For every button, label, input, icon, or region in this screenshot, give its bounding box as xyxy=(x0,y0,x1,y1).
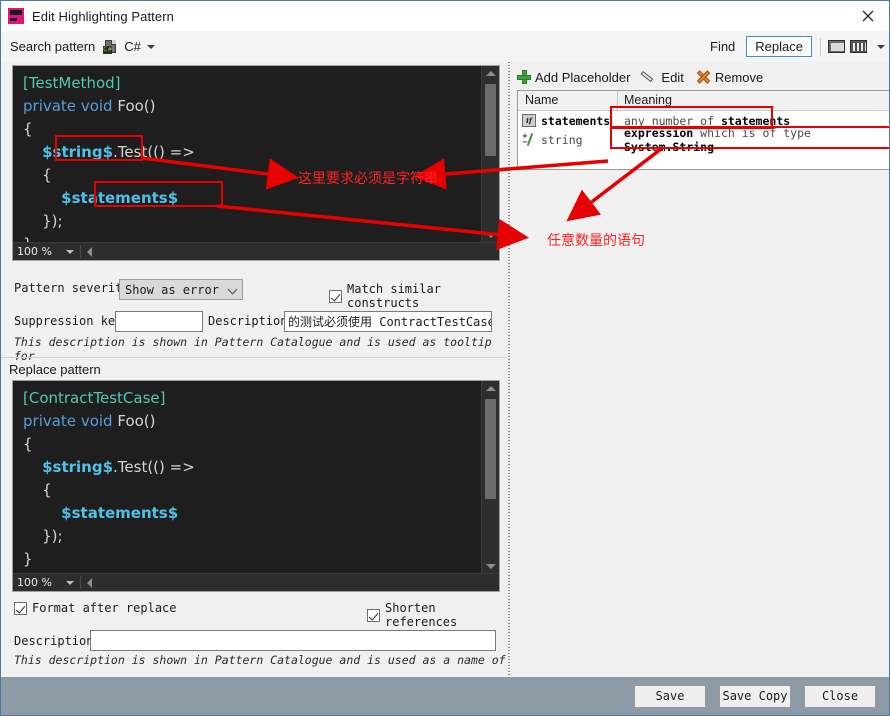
chevron-down-icon-toolbar[interactable] xyxy=(877,44,885,49)
screenshot-icon[interactable] xyxy=(827,38,847,56)
add-placeholder-button[interactable]: Add Placeholder xyxy=(517,70,630,85)
edit-highlighting-pattern-dialog: Edit Highlighting Pattern Search pattern… xyxy=(0,0,890,716)
chevron-down-icon[interactable] xyxy=(146,44,155,49)
section-divider xyxy=(1,357,506,358)
search-pattern-editor[interactable]: [TestMethod] private void Foo() { $strin… xyxy=(12,65,500,261)
replace-editor-vscrollbar[interactable] xyxy=(481,381,499,574)
save-button[interactable]: Save xyxy=(634,684,706,708)
format-after-replace-label: Format after replace xyxy=(32,601,177,615)
search-pattern-code[interactable]: [TestMethod] private void Foo() { $strin… xyxy=(13,66,195,256)
window-title: Edit Highlighting Pattern xyxy=(32,8,174,24)
pattern-severity-row: Pattern severity xyxy=(14,281,130,295)
chevron-down-icon-severity xyxy=(229,285,238,294)
triangle-up-icon[interactable] xyxy=(482,381,499,396)
plus-icon xyxy=(517,70,531,84)
placeholder-meaning: expression which is of type System.Strin… xyxy=(618,125,889,154)
csharp-file-icon: C# xyxy=(103,39,119,55)
replace-editor-zoom-value[interactable]: 100 % xyxy=(17,576,52,589)
column-header-name: Name xyxy=(518,91,618,110)
table-header: Name Meaning xyxy=(518,91,889,111)
meaning-bold-2: System.String xyxy=(624,139,715,154)
suppression-key-input[interactable] xyxy=(115,311,203,332)
pattern-severity-label: Pattern severity xyxy=(14,281,130,295)
left-pane: [TestMethod] private void Foo() { $strin… xyxy=(1,62,506,678)
x-icon xyxy=(696,70,711,84)
annotation-note-string: 这里要求必须是字符串 xyxy=(298,171,438,187)
csharp-badge-label: C# xyxy=(103,45,113,54)
add-placeholder-label: Add Placeholder xyxy=(535,69,631,85)
dialog-footer: Save Save Copy Close xyxy=(1,677,889,715)
annotation-note-statements: 任意数量的语句 xyxy=(547,233,645,249)
search-editor-zoom-bar[interactable]: 100 % xyxy=(13,242,499,260)
search-editor-zoom-value[interactable]: 100 % xyxy=(17,245,52,258)
placeholders-table[interactable]: Name Meaning if statements any number of… xyxy=(517,90,889,170)
pattern-description-input[interactable]: 的测试必须使用 ContractTestCase 特 xyxy=(284,311,492,332)
suppression-key-row: Suppression key xyxy=(14,314,122,328)
checkbox-indicator[interactable] xyxy=(329,289,342,303)
pencil-icon xyxy=(642,70,657,84)
pattern-description-value: 的测试必须使用 ContractTestCase 特 xyxy=(288,315,492,329)
remove-placeholder-button[interactable]: Remove xyxy=(696,70,763,85)
checkbox-indicator[interactable] xyxy=(367,608,380,622)
pattern-description-row: Description xyxy=(208,314,287,328)
editor-corner xyxy=(482,574,499,591)
edit-placeholder-label: Edit xyxy=(661,69,684,85)
triangle-down-icon[interactable] xyxy=(482,228,499,243)
hscroll-track[interactable] xyxy=(92,243,490,260)
placeholder-name: statements xyxy=(541,113,611,128)
replace-description-input[interactable] xyxy=(90,630,496,651)
tab-find[interactable]: Find xyxy=(701,36,744,57)
resharper-icon xyxy=(8,8,24,24)
close-button[interactable]: Close xyxy=(804,684,876,708)
replace-description-label: Description xyxy=(14,634,94,648)
shorten-references-checkbox[interactable]: Shorten references xyxy=(367,601,506,629)
replace-description-row: Description xyxy=(14,634,93,648)
close-icon[interactable] xyxy=(845,1,889,31)
save-copy-button[interactable]: Save Copy xyxy=(719,684,791,708)
replace-pattern-code[interactable]: [ContractTestCase] private void Foo() { … xyxy=(13,381,195,571)
chevron-down-icon-zoom[interactable] xyxy=(65,249,74,254)
filmstrip-icon[interactable] xyxy=(849,38,869,56)
shorten-references-label: Shorten references xyxy=(385,601,458,629)
hscroll-track[interactable] xyxy=(92,574,490,591)
scroll-thumb[interactable] xyxy=(485,84,496,156)
edit-placeholder-button[interactable]: Edit xyxy=(642,70,683,85)
pattern-severity-select[interactable]: Show as error xyxy=(119,279,243,300)
search-editor-vscrollbar[interactable] xyxy=(481,66,499,243)
search-pattern-toolbar: Search pattern C# C# Find Replace xyxy=(1,31,889,63)
scroll-thumb[interactable] xyxy=(485,399,496,499)
tab-replace[interactable]: Replace xyxy=(746,36,812,57)
replace-editor-zoom-bar[interactable]: 100 % xyxy=(13,573,499,591)
replace-pattern-editor[interactable]: [ContractTestCase] private void Foo() { … xyxy=(12,380,500,592)
match-similar-constructs-checkbox[interactable]: Match similar constructs xyxy=(329,282,506,310)
editor-corner xyxy=(482,243,499,260)
replace-pattern-label: Replace pattern xyxy=(9,362,101,377)
toolbar-separator xyxy=(820,37,821,56)
title-bar: Edit Highlighting Pattern xyxy=(1,1,889,31)
suppression-key-label: Suppression key xyxy=(14,314,123,328)
chevron-down-icon-zoom2[interactable] xyxy=(65,580,74,585)
pattern-description-hint: This description is shown in Pattern Cat… xyxy=(14,335,492,363)
placeholder-toolbar: Add Placeholder Edit Remove xyxy=(517,66,775,88)
match-similar-constructs-label: Match similar constructs xyxy=(347,282,441,310)
pattern-description-label: Description xyxy=(208,314,288,328)
statement-placeholder-icon: if xyxy=(522,114,536,127)
replace-description-hint: This description is shown in Pattern Cat… xyxy=(14,653,506,667)
table-row[interactable]: + − string expression which is of type Sy… xyxy=(518,126,889,154)
checkbox-indicator[interactable] xyxy=(14,601,27,615)
placeholder-name: string xyxy=(541,132,583,147)
pattern-severity-value: Show as error xyxy=(125,282,219,297)
toolbar-right-group: Find Replace xyxy=(701,31,885,62)
column-header-meaning: Meaning xyxy=(624,93,672,107)
meaning-bold-1: expression xyxy=(624,125,694,140)
triangle-up-icon[interactable] xyxy=(482,66,499,81)
language-selector-label[interactable]: C# xyxy=(124,39,141,54)
meaning-mid: which is of type xyxy=(693,125,811,140)
search-pattern-label: Search pattern xyxy=(10,39,96,54)
placeholders-pane: Add Placeholder Edit Remove Name Meaning… xyxy=(512,62,889,678)
expression-placeholder-icon: + − xyxy=(522,133,536,146)
format-after-replace-checkbox[interactable]: Format after replace xyxy=(14,601,177,615)
triangle-down-icon[interactable] xyxy=(482,559,499,574)
remove-placeholder-label: Remove xyxy=(714,69,764,85)
